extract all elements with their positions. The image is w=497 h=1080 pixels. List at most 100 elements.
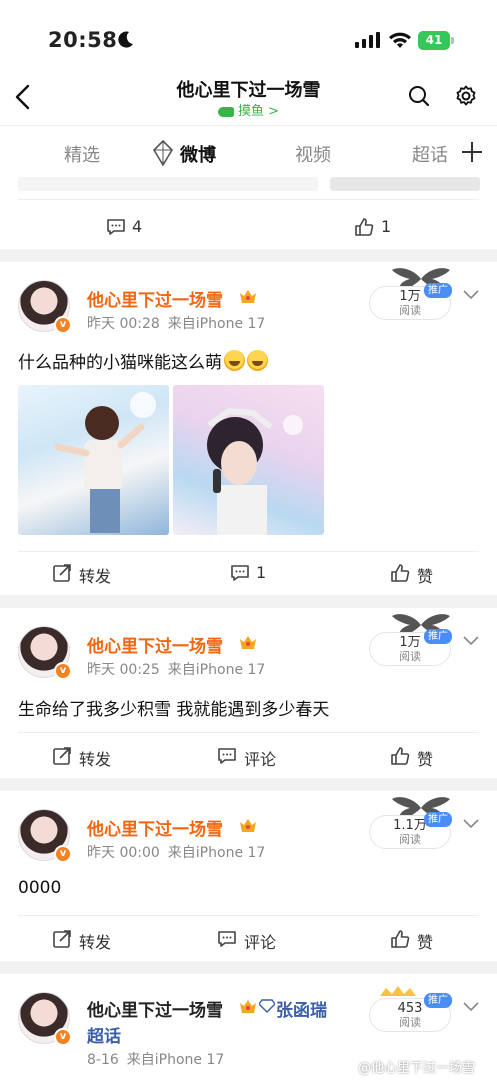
preview-image	[18, 177, 318, 191]
thumbs-up-icon[interactable]	[390, 929, 410, 949]
post-text: 0000	[18, 878, 62, 898]
crown-icon	[240, 636, 256, 649]
cellular-signal-icon	[355, 32, 380, 48]
divider	[18, 915, 479, 916]
comment-icon[interactable]	[106, 217, 126, 237]
tab-supertopic[interactable]: 超话	[412, 141, 448, 167]
previous-post-card: 4 1	[0, 177, 497, 249]
comment-icon[interactable]	[230, 563, 250, 583]
post-image[interactable]	[173, 385, 324, 535]
tab-video[interactable]: 视频	[295, 141, 331, 167]
avatar[interactable]: v	[18, 992, 72, 1046]
comment-icon[interactable]	[217, 929, 237, 949]
post-meta: 昨天 00:28 来自iPhone 17	[87, 313, 265, 333]
read-label: 阅读	[399, 650, 421, 663]
gear-icon[interactable]	[454, 84, 478, 108]
post-text: 生命给了我多少积雪 我就能遇到多少春天	[18, 700, 330, 720]
repost-label[interactable]: 转发	[79, 563, 111, 587]
supertopic-name[interactable]: 张函瑞	[276, 996, 327, 1021]
thumbs-up-icon[interactable]	[390, 563, 410, 583]
tab-bar: 精选 微博 视频 超话	[0, 125, 497, 177]
cute-emoji-icon	[224, 350, 245, 371]
divider	[18, 199, 479, 200]
like-label[interactable]: 赞	[417, 746, 433, 770]
status-time: 20:58	[48, 28, 118, 52]
avatar[interactable]: v	[18, 280, 72, 334]
post-meta: 昨天 00:25 来自iPhone 17	[87, 659, 265, 679]
post-card: v 他心里下过一场雪 昨天 00:00 来自iPhone 17 1.1万 阅读 推广…	[0, 791, 497, 961]
promote-badge[interactable]: 推广	[424, 993, 452, 1008]
comment-label[interactable]: 评论	[244, 929, 276, 953]
repost-icon[interactable]	[52, 563, 72, 583]
status-bar: 20:58 41	[0, 0, 497, 78]
previous-post-images	[18, 177, 480, 193]
read-label: 阅读	[399, 1016, 421, 1029]
post-time: 昨天 00:00	[87, 845, 160, 861]
divider	[18, 732, 479, 733]
post-time: 昨天 00:25	[87, 662, 160, 678]
diamond-badge-icon	[152, 140, 174, 166]
chevron-down-icon[interactable]	[462, 288, 480, 300]
post-card: v 他心里下过一场雪 昨天 00:25 来自iPhone 17 1万 阅读 推广 生…	[0, 608, 497, 778]
like-label[interactable]: 赞	[417, 563, 433, 587]
crown-icon	[240, 819, 256, 832]
diamond-icon	[259, 999, 275, 1013]
tab-featured[interactable]: 精选	[64, 141, 100, 167]
thumbs-up-icon[interactable]	[354, 217, 374, 237]
like-label[interactable]: 赞	[417, 929, 433, 953]
promote-badge[interactable]: 推广	[424, 283, 452, 298]
repost-icon[interactable]	[52, 746, 72, 766]
chevron-down-icon[interactable]	[462, 1000, 480, 1012]
read-label: 阅读	[399, 304, 421, 317]
chevron-down-icon[interactable]	[462, 634, 480, 646]
repost-label[interactable]: 转发	[79, 929, 111, 953]
repost-label[interactable]: 转发	[79, 746, 111, 770]
like-count[interactable]: 1	[381, 217, 391, 236]
comment-count[interactable]: 4	[132, 217, 142, 236]
crown-icon	[240, 1000, 256, 1013]
comment-icon[interactable]	[217, 746, 237, 766]
post-meta: 昨天 00:00 来自iPhone 17	[87, 842, 265, 862]
comment-count[interactable]: 1	[256, 563, 266, 582]
post-text-content: 什么品种的小猫咪能这么萌	[18, 353, 222, 373]
thumbs-up-icon[interactable]	[390, 746, 410, 766]
post-source: 来自iPhone 17	[167, 316, 266, 332]
fish-icon	[217, 106, 234, 117]
post-meta: 8-16 来自iPhone 17	[87, 1049, 224, 1069]
avatar[interactable]: v	[18, 626, 72, 680]
post-text: 什么品种的小猫咪能这么萌	[18, 348, 268, 373]
post-source: 来自iPhone 17	[167, 662, 266, 678]
verified-badge-icon: v	[54, 316, 72, 334]
tab-weibo[interactable]: 微博	[180, 141, 216, 167]
moon-icon	[118, 31, 133, 48]
avatar[interactable]: v	[18, 809, 72, 863]
wifi-icon	[389, 32, 411, 48]
user-name[interactable]: 他心里下过一场雪	[87, 996, 223, 1021]
verified-badge-icon: v	[54, 662, 72, 680]
preview-image	[330, 177, 480, 191]
crown-icon	[240, 290, 256, 303]
post-source: 来自iPhone 17	[126, 1052, 225, 1068]
plus-icon[interactable]	[460, 140, 484, 164]
post-time: 8-16	[87, 1052, 119, 1068]
user-name[interactable]: 他心里下过一场雪	[87, 632, 223, 657]
read-label: 阅读	[399, 833, 421, 846]
status-label: 摸鱼 >	[237, 104, 280, 119]
user-name[interactable]: 他心里下过一场雪	[87, 815, 223, 840]
photo-illustration	[207, 407, 303, 535]
watermark: @他心里下过一场雪	[358, 1061, 476, 1076]
chevron-down-icon[interactable]	[462, 817, 480, 829]
promote-badge[interactable]: 推广	[424, 629, 452, 644]
supertopic-suffix[interactable]: 超话	[87, 1022, 121, 1047]
post-time: 昨天 00:28	[87, 316, 160, 332]
user-name[interactable]: 他心里下过一场雪	[87, 286, 223, 311]
photo-illustration	[54, 392, 156, 533]
nav-bar: 他心里下过一场雪 摸鱼 >	[0, 70, 497, 125]
verified-badge-icon: v	[54, 845, 72, 863]
promote-badge[interactable]: 推广	[424, 812, 452, 827]
post-source: 来自iPhone 17	[167, 845, 266, 861]
search-icon[interactable]	[407, 84, 431, 108]
post-image[interactable]	[18, 385, 169, 535]
comment-label[interactable]: 评论	[244, 746, 276, 770]
repost-icon[interactable]	[52, 929, 72, 949]
